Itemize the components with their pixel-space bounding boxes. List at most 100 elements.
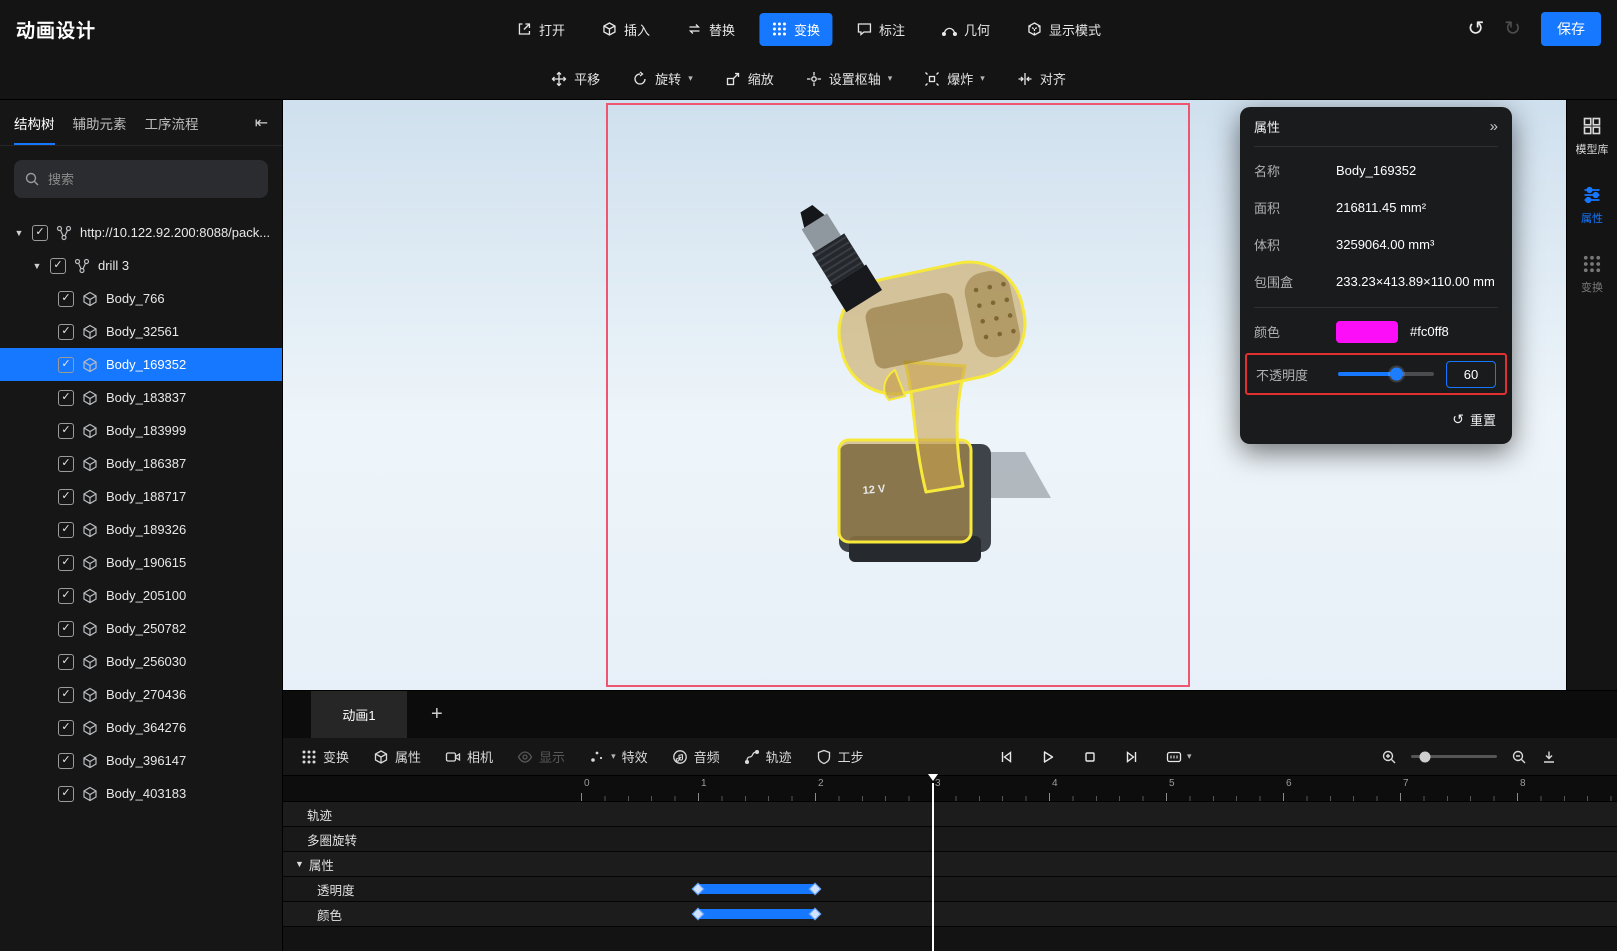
tool-display-mode[interactable]: 显示模式	[1014, 13, 1113, 46]
tool-annotate[interactable]: 标注	[844, 13, 917, 46]
tree-item[interactable]: ✓ Body_256030	[0, 645, 282, 678]
keyframe-diamond[interactable]	[691, 882, 705, 896]
subtool-explode[interactable]: 爆炸 ▾	[924, 69, 985, 88]
play-button[interactable]	[1040, 749, 1056, 765]
tool-insert[interactable]: 插入	[589, 13, 662, 46]
checkbox[interactable]: ✓	[58, 455, 74, 472]
checkbox[interactable]: ✓	[58, 323, 74, 340]
undo-button[interactable]: ↺	[1467, 19, 1484, 39]
tool-transform[interactable]: 变换	[758, 12, 833, 46]
tree-item[interactable]: ✓ Body_190615	[0, 546, 282, 579]
tool-open[interactable]: 打开	[504, 13, 577, 46]
tree-item[interactable]: ✓ Body_205100	[0, 579, 282, 612]
checkbox[interactable]: ✓	[58, 752, 74, 769]
track-row-opacity[interactable]: 透明度	[283, 877, 1617, 902]
download-button[interactable]	[1541, 749, 1557, 765]
tree-item[interactable]: ✓ Body_766	[0, 282, 282, 315]
playhead[interactable]	[928, 774, 938, 951]
search-input[interactable]	[48, 171, 258, 187]
tree-item[interactable]: ✓ Body_403183	[0, 777, 282, 810]
color-swatch[interactable]	[1336, 320, 1398, 343]
tab-structure-tree[interactable]: 结构树	[14, 100, 55, 145]
checkbox[interactable]: ✓	[58, 422, 74, 439]
rail-item-properties[interactable]: 属性	[1567, 185, 1617, 226]
subtool-translate[interactable]: 平移	[551, 69, 600, 88]
checkbox[interactable]: ✓	[58, 521, 74, 538]
tree-item[interactable]: ✓ Body_186387	[0, 447, 282, 480]
subtool-align[interactable]: 对齐	[1017, 69, 1066, 88]
caret-down-icon[interactable]: ▼	[32, 261, 42, 271]
track-row-color[interactable]: 颜色	[283, 902, 1617, 927]
checkbox[interactable]: ✓	[58, 686, 74, 703]
tl-tool-effects[interactable]: ▾ 特效	[589, 747, 648, 766]
tl-tool-display[interactable]: 显示	[517, 747, 565, 766]
keyframe-bar[interactable]	[691, 882, 822, 896]
checkbox[interactable]: ✓	[58, 290, 74, 307]
animation-tab[interactable]: 动画1	[311, 691, 407, 738]
reset-button[interactable]: ↺ 重置	[1254, 399, 1498, 436]
tree-item[interactable]: ✓ Body_270436	[0, 678, 282, 711]
stop-button[interactable]	[1082, 749, 1098, 765]
collapse-properties-icon[interactable]: »	[1490, 118, 1498, 135]
tree-item-selected[interactable]: ✓ Body_169352	[0, 348, 282, 381]
subtool-rotate[interactable]: 旋转 ▾	[632, 69, 693, 88]
tl-tool-properties[interactable]: 属性	[373, 747, 421, 766]
zoom-out-icon[interactable]	[1511, 749, 1527, 765]
tab-auxiliary-elements[interactable]: 辅助元素	[73, 100, 127, 145]
checkbox[interactable]: ✓	[58, 653, 74, 670]
subtool-set-pivot[interactable]: 设置枢轴 ▾	[806, 69, 892, 88]
next-frame-button[interactable]	[1124, 749, 1140, 765]
checkbox[interactable]: ✓	[58, 785, 74, 802]
tab-process-flow[interactable]: 工序流程	[145, 100, 199, 145]
tree-item[interactable]: ✓ Body_188717	[0, 480, 282, 513]
checkbox[interactable]: ✓	[58, 389, 74, 406]
viewport-3d[interactable]: 12 V 属性 » 名称 Body_169352 面积 216811.45 mm…	[283, 100, 1566, 690]
subtool-scale[interactable]: 缩放	[725, 69, 774, 88]
track-row-properties[interactable]: ▼ 属性	[283, 852, 1617, 877]
keyframe-diamond[interactable]	[808, 882, 822, 896]
prev-frame-button[interactable]	[998, 749, 1014, 765]
timeline-zoom-slider[interactable]	[1411, 751, 1497, 762]
track-row-multi-rotation[interactable]: 多圈旋转	[283, 827, 1617, 852]
keyframe-bar[interactable]	[691, 907, 822, 921]
rail-item-model-library[interactable]: 模型库	[1567, 116, 1617, 157]
track-row-trajectory[interactable]: 轨迹	[283, 802, 1617, 827]
tl-tool-audio[interactable]: 音频	[672, 747, 720, 766]
tree-group-item[interactable]: ▼ ✓ drill 3	[0, 249, 282, 282]
opacity-slider-knob[interactable]	[1389, 367, 1403, 381]
tree-item[interactable]: ✓ Body_396147	[0, 744, 282, 777]
tl-tool-step[interactable]: 工步	[816, 747, 864, 766]
checkbox[interactable]: ✓	[58, 554, 74, 571]
checkbox[interactable]: ✓	[50, 257, 66, 274]
tree-item[interactable]: ✓ Body_183837	[0, 381, 282, 414]
keyframe-diamond[interactable]	[808, 907, 822, 921]
tree-item[interactable]: ✓ Body_364276	[0, 711, 282, 744]
tool-geometry[interactable]: 几何	[929, 13, 1002, 46]
rail-item-transform[interactable]: 变换	[1567, 254, 1617, 295]
tree-item[interactable]: ✓ Body_189326	[0, 513, 282, 546]
tree-item[interactable]: ✓ Body_183999	[0, 414, 282, 447]
opacity-value-box[interactable]: 60	[1446, 360, 1496, 388]
tl-tool-camera[interactable]: 相机	[445, 747, 493, 766]
checkbox[interactable]: ✓	[58, 587, 74, 604]
search-box[interactable]	[14, 160, 268, 198]
caret-down-icon[interactable]: ▼	[14, 228, 24, 238]
timeline-ruler[interactable]: 0 1 2 3 4 5 6 7 8	[283, 776, 1617, 802]
collapse-sidebar-icon[interactable]: ⇤	[255, 100, 268, 145]
checkbox[interactable]: ✓	[58, 620, 74, 637]
add-animation-button[interactable]: +	[431, 703, 443, 726]
checkbox[interactable]: ✓	[58, 488, 74, 505]
timeline-zoom-knob[interactable]	[1419, 751, 1431, 762]
checkbox[interactable]: ✓	[32, 224, 48, 241]
tree-item[interactable]: ✓ Body_250782	[0, 612, 282, 645]
tree-item[interactable]: ✓ Body_32561	[0, 315, 282, 348]
tl-tool-transform[interactable]: 变换	[301, 747, 349, 766]
opacity-slider[interactable]	[1338, 367, 1434, 381]
tl-tool-trajectory[interactable]: 轨迹	[744, 747, 792, 766]
zoom-in-icon[interactable]	[1381, 749, 1397, 765]
tree-root-item[interactable]: ▼ ✓ http://10.122.92.200:8088/pack...	[0, 216, 282, 249]
checkbox[interactable]: ✓	[58, 356, 74, 373]
collapse-caret-icon[interactable]: ▼	[295, 859, 304, 869]
checkbox[interactable]: ✓	[58, 719, 74, 736]
playback-rate-button[interactable]: ▾	[1166, 749, 1192, 765]
